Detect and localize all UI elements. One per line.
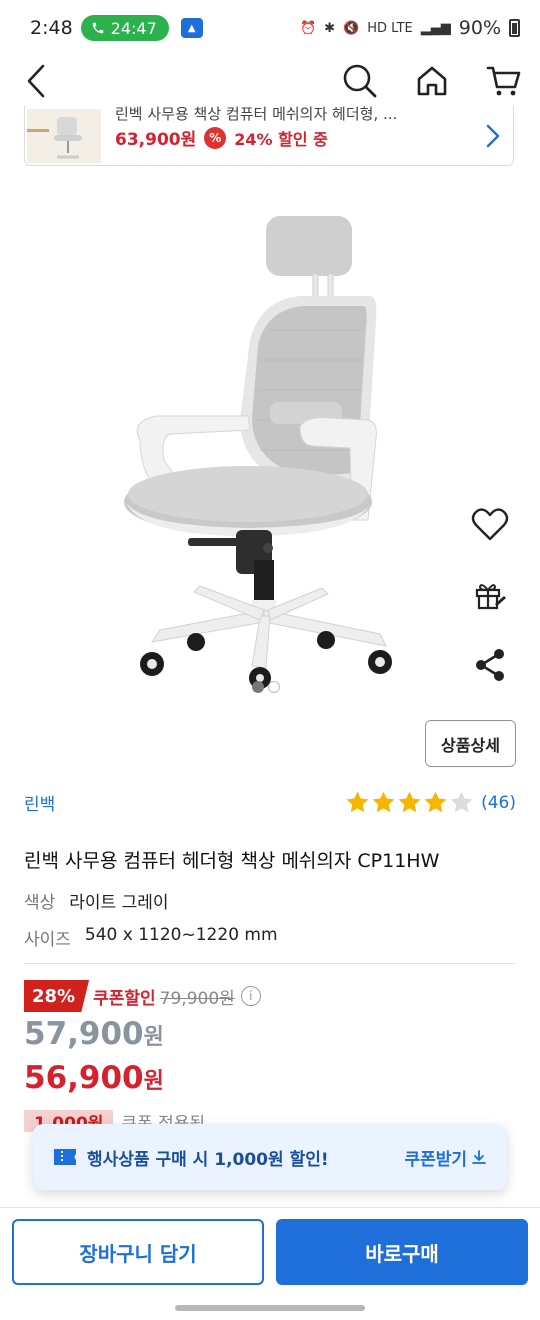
original-price: 79,900원	[159, 988, 235, 1009]
app-notification-icon: ▲	[180, 18, 203, 38]
download-icon	[472, 1150, 486, 1164]
sale-price-number: 57,900	[24, 1016, 144, 1052]
option-size: 사이즈 540 x 1120~1220 mm	[24, 925, 278, 950]
info-icon[interactable]: i	[240, 986, 261, 1006]
star-icon	[398, 791, 421, 813]
search-icon[interactable]	[340, 61, 380, 101]
review-count[interactable]: (46)	[481, 793, 516, 813]
coupon-discount-label: 쿠폰할인	[93, 988, 156, 1009]
currency-label: 원	[143, 1025, 164, 1050]
related-product-card[interactable]: 린벡 사무용 책상 컴퓨터 메쉬의자 헤더형, ... 63,900원 % 24…	[24, 106, 514, 166]
chevron-right-icon[interactable]	[473, 124, 513, 148]
related-product-price: 63,900원	[115, 130, 197, 150]
mute-icon: 🔇	[343, 20, 360, 36]
signal-icon: ▂▄▆	[420, 20, 451, 36]
option-label: 색상	[24, 893, 56, 913]
final-price: 56,900 원	[24, 1060, 164, 1096]
get-coupon-label: 쿠폰받기	[404, 1149, 467, 1170]
star-icon	[372, 791, 395, 813]
gift-icon[interactable]	[470, 575, 510, 615]
add-to-cart-button[interactable]: 장바구니 담기	[12, 1219, 264, 1285]
discount-row: 28% 쿠폰할인 79,900원 i	[24, 980, 261, 1012]
bluetooth-icon: ✱	[324, 20, 336, 36]
get-coupon-button[interactable]: 쿠폰받기	[404, 1145, 487, 1170]
call-duration: 24:47	[110, 18, 157, 38]
product-detail-button[interactable]: 상품상세	[425, 720, 516, 767]
option-color: 색상 라이트 그레이	[24, 888, 169, 913]
buy-now-button[interactable]: 바로구매	[276, 1219, 528, 1285]
home-icon[interactable]	[412, 61, 452, 101]
product-title: 린백 사무용 컴퓨터 헤더형 책상 메쉬의자 CP11HW	[24, 850, 440, 872]
percent-icon: %	[204, 126, 227, 149]
option-value: 540 x 1120~1220 mm	[84, 925, 278, 945]
brand-rating-row: 린백 (46)	[24, 790, 516, 815]
share-icon[interactable]	[470, 645, 510, 685]
related-product-title: 린벡 사무용 책상 컴퓨터 메쉬의자 헤더형, ...	[115, 106, 398, 121]
product-image[interactable]	[100, 190, 440, 710]
heart-icon[interactable]	[470, 505, 510, 545]
phone-icon	[92, 22, 103, 34]
network-label: HD LTE	[367, 20, 413, 36]
currency-label: 원	[143, 1069, 164, 1094]
toast-message: 행사상품 구매 시 1,000원 할인!	[87, 1149, 329, 1170]
divider	[24, 963, 516, 964]
cart-icon[interactable]	[484, 61, 524, 101]
brand-link[interactable]: 린백	[24, 790, 55, 815]
battery-icon	[509, 19, 520, 37]
status-icons: ⏰ ✱ 🔇 HD LTE ▂▄▆ 90%	[300, 17, 520, 39]
status-time: 2:48	[30, 17, 73, 39]
battery-percent: 90%	[458, 17, 501, 39]
discount-percent-badge: 28%	[24, 980, 90, 1012]
related-product-discount: 24% 할인 중	[234, 129, 328, 149]
final-price-number: 56,900	[24, 1060, 144, 1096]
option-value: 라이트 그레이	[69, 893, 169, 913]
bottom-divider	[0, 1207, 540, 1208]
image-carousel-dots	[252, 681, 280, 693]
rating-stars[interactable]: (46)	[345, 790, 516, 815]
related-product-thumbnail	[27, 108, 101, 163]
side-actions	[470, 505, 510, 685]
top-navigation	[0, 56, 540, 106]
option-label: 사이즈	[24, 930, 71, 950]
status-bar: 2:48 24:47 ▲ ⏰ ✱ 🔇 HD LTE ▂▄▆ 90%	[0, 0, 540, 56]
star-icon	[424, 791, 447, 813]
star-icon	[346, 791, 369, 813]
alarm-icon: ⏰	[299, 20, 317, 36]
star-empty-icon	[450, 791, 473, 813]
carousel-dot-active[interactable]	[252, 681, 264, 693]
back-icon[interactable]	[16, 61, 56, 101]
coupon-toast[interactable]: 행사상품 구매 시 1,000원 할인! 쿠폰받기	[33, 1124, 507, 1190]
call-indicator[interactable]: 24:47	[80, 15, 169, 41]
sale-price: 57,900 원	[24, 1016, 164, 1052]
carousel-dot[interactable]	[268, 681, 280, 693]
coupon-icon	[54, 1149, 76, 1165]
home-indicator[interactable]	[175, 1305, 365, 1311]
